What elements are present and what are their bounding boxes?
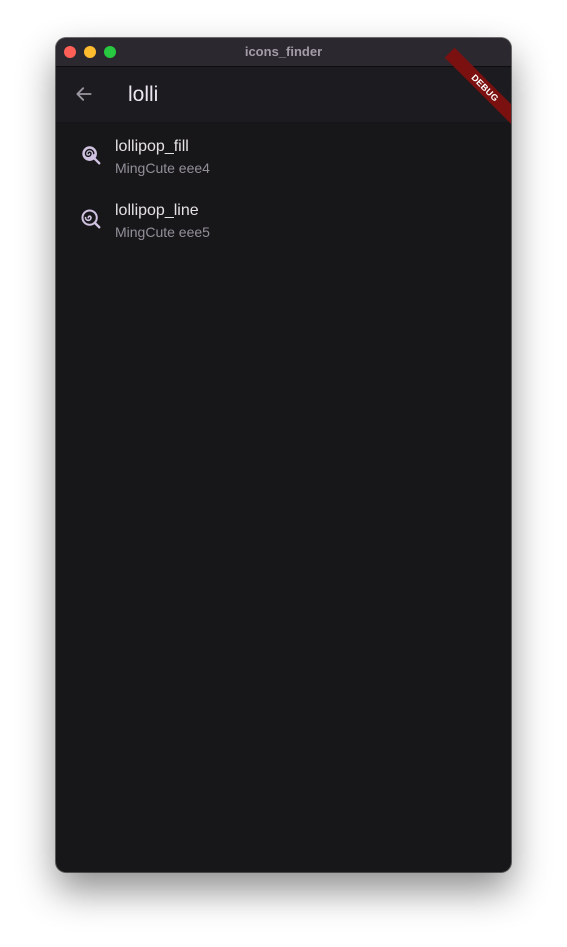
- result-name: lollipop_line: [115, 202, 199, 219]
- arrow-left-icon: [76, 87, 92, 101]
- lollipop-fill-icon: [82, 146, 101, 165]
- app-window: icons_finder lolli DEBUG lollipop_fill M…: [56, 38, 511, 872]
- window-title: icons_finder: [244, 44, 323, 59]
- result-subtitle: MingCute eee4: [115, 160, 210, 176]
- lollipop-line-icon: [81, 209, 101, 229]
- app-bar: lolli DEBUG: [56, 47, 511, 129]
- back-button[interactable]: [68, 75, 100, 113]
- results-list: lollipop_fill MingCute eee4 lollipop_lin…: [56, 124, 511, 252]
- search-query[interactable]: lolli: [128, 81, 158, 109]
- result-name: lollipop_fill: [115, 138, 189, 155]
- list-item[interactable]: lollipop_line MingCute eee5: [56, 188, 511, 252]
- list-item[interactable]: lollipop_fill MingCute eee4: [56, 124, 511, 188]
- title-bar[interactable]: icons_finder: [56, 38, 511, 67]
- result-subtitle: MingCute eee5: [115, 224, 210, 240]
